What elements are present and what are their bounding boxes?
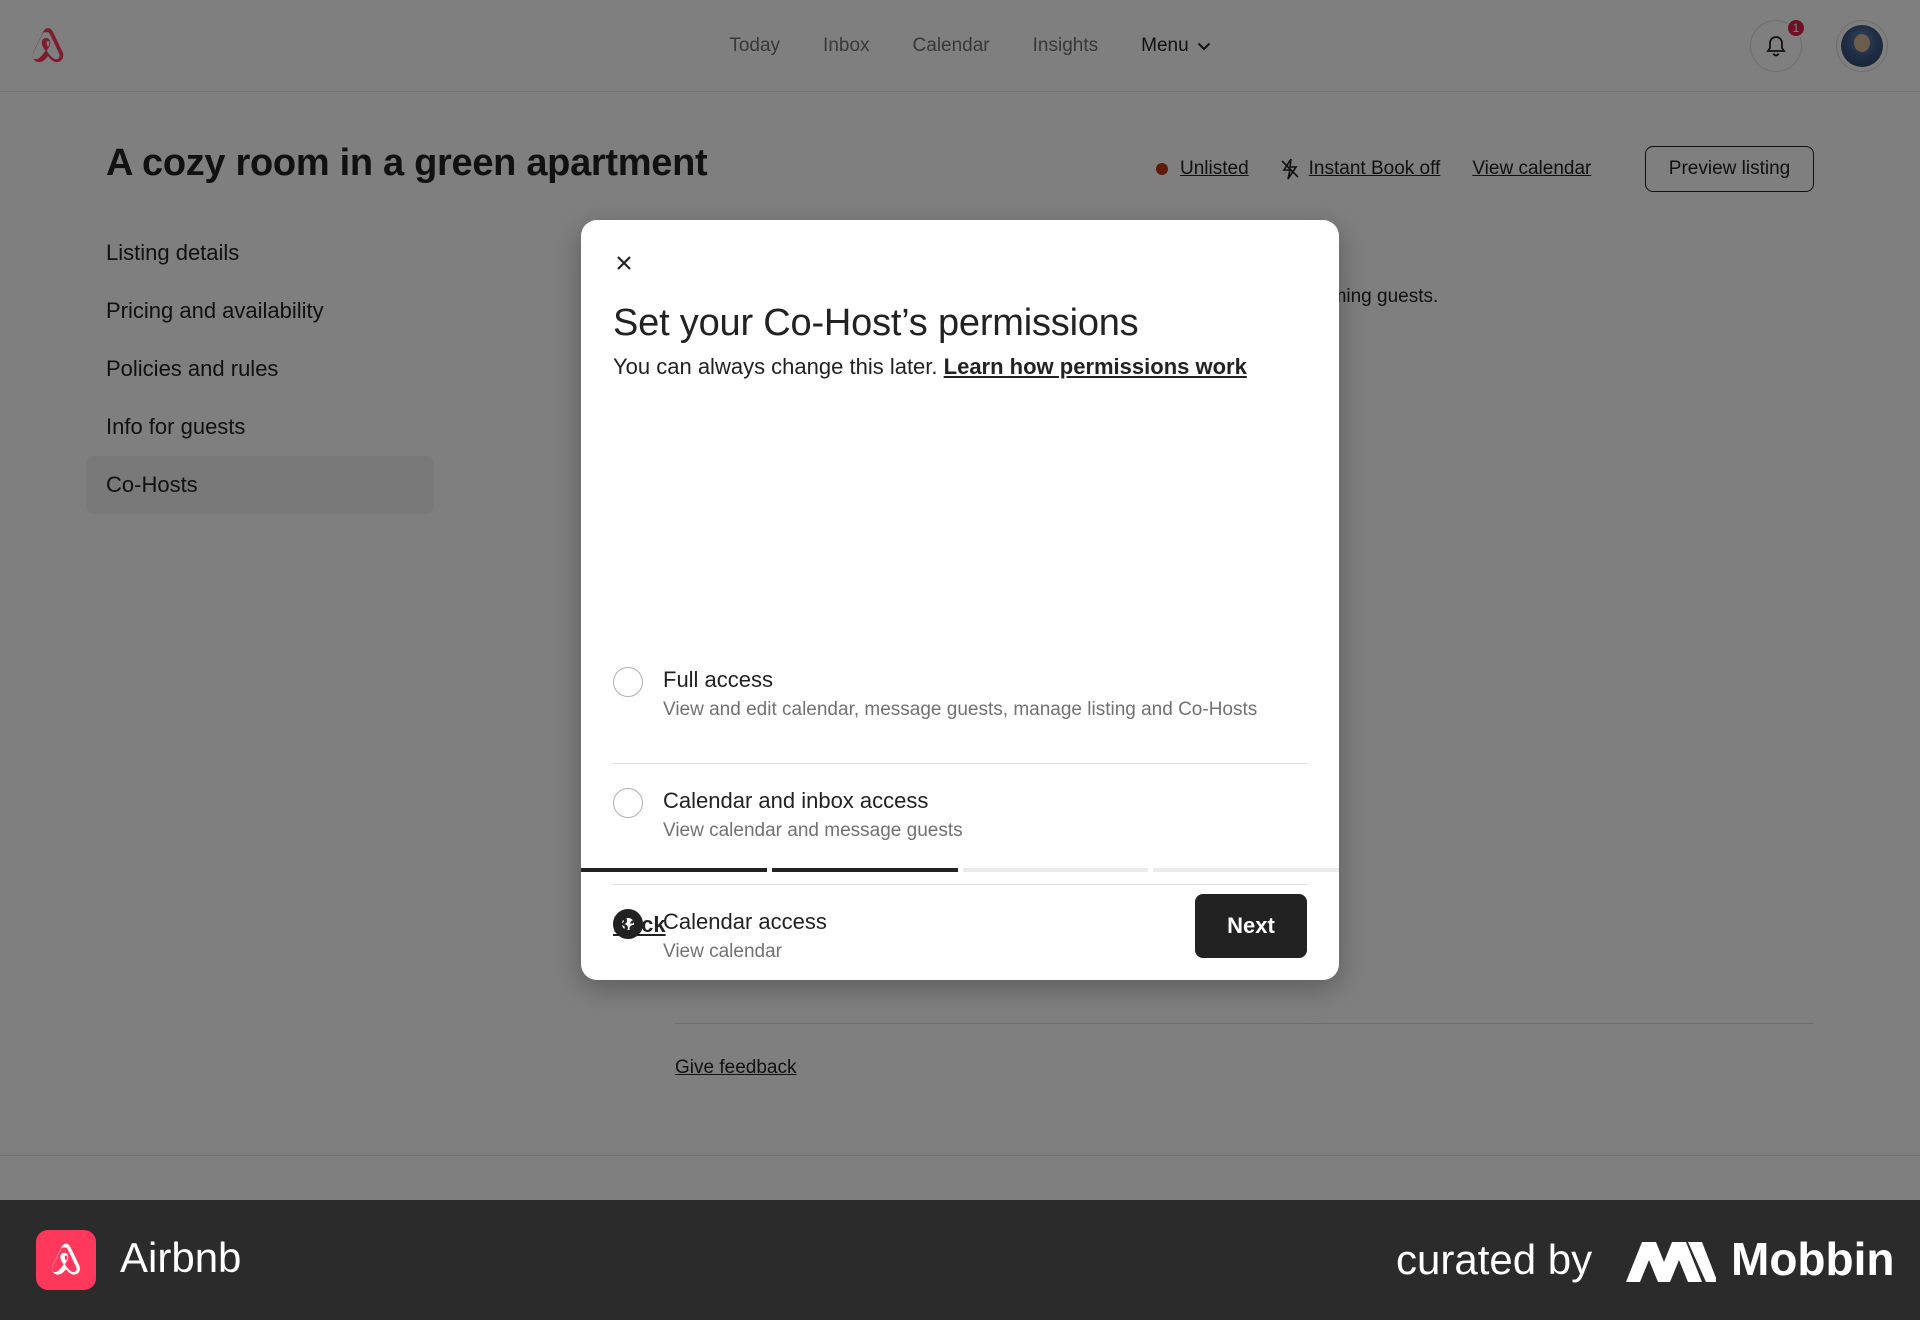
progress-segment [771, 868, 958, 872]
cohost-permissions-dialog: Set your Co-Host’s permissions You can a… [581, 220, 1339, 980]
branding-bar: Airbnb curated by Mobbin [0, 1200, 1920, 1320]
mobbin-logo-icon [1626, 1242, 1716, 1282]
curated-by-label: curated by [1396, 1236, 1593, 1283]
option-description: View calendar and message guests [663, 820, 963, 841]
option-description: View calendar [663, 941, 783, 962]
next-button[interactable]: Next [1195, 894, 1307, 958]
close-icon [617, 256, 631, 270]
progress-segment [1153, 868, 1339, 872]
option-title: Full access [663, 667, 774, 692]
option-title: Calendar and inbox access [663, 788, 929, 813]
permission-option-full-access[interactable]: Full access View and edit calendar, mess… [613, 643, 1307, 764]
step-progress-bar [581, 868, 1339, 872]
permission-option-calendar-inbox[interactable]: Calendar and inbox access View calendar … [613, 764, 1307, 885]
close-button[interactable] [609, 248, 639, 278]
airbnb-app-icon [36, 1230, 96, 1290]
option-title: Calendar access [663, 909, 827, 934]
progress-segment [581, 868, 767, 872]
learn-permissions-link[interactable]: Learn how permissions work [944, 354, 1247, 379]
dialog-title: Set your Co-Host’s permissions [613, 302, 1139, 344]
dialog-subtitle: You can always change this later. Learn … [613, 354, 1247, 380]
back-button[interactable]: Back [613, 912, 666, 938]
airbnb-logo-icon [51, 1243, 80, 1275]
curator-name: Mobbin [1731, 1233, 1895, 1285]
dialog-subtitle-text: You can always change this later. [613, 354, 938, 379]
radio-button[interactable] [613, 667, 643, 697]
progress-segment [962, 868, 1149, 872]
radio-button[interactable] [613, 788, 643, 818]
option-description: View and edit calendar, message guests, … [663, 699, 1258, 720]
app-name: Airbnb [120, 1234, 242, 1281]
